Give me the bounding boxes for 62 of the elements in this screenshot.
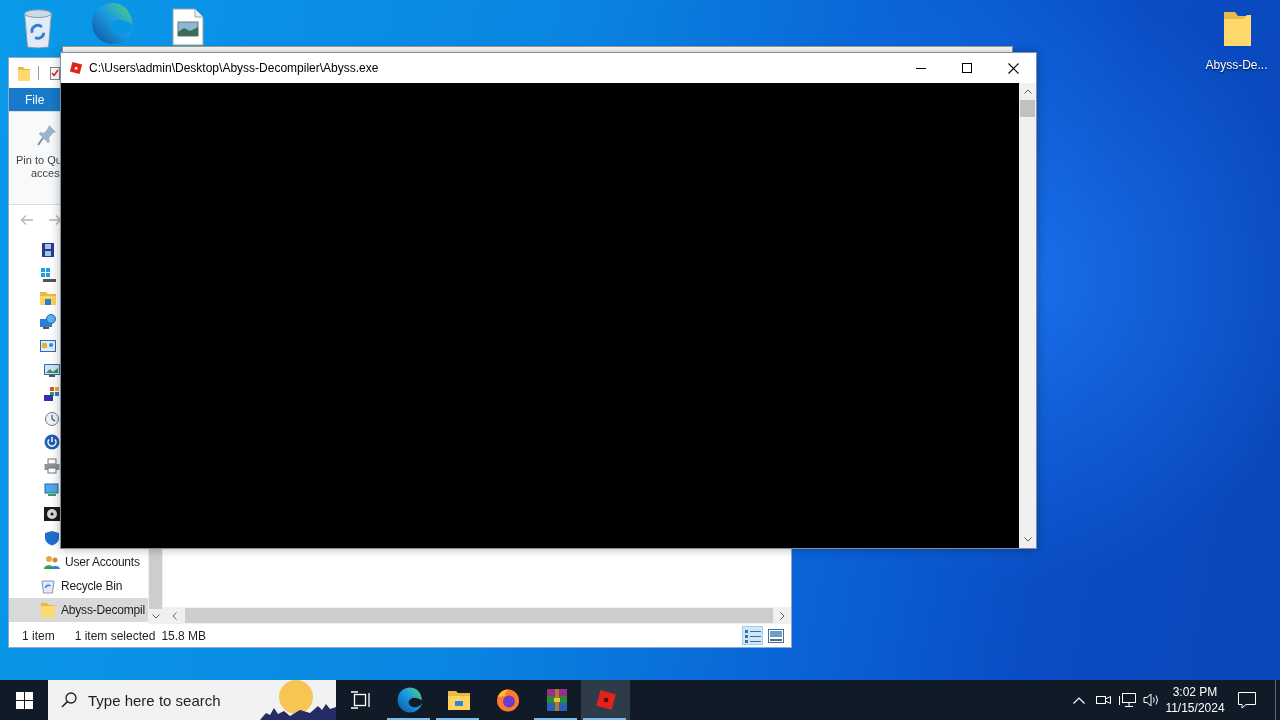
chevron-up-icon[interactable] [1023, 89, 1032, 94]
search-icon [61, 692, 77, 708]
chevron-down-icon[interactable] [151, 614, 160, 619]
pin-icon [37, 124, 57, 146]
folder-icon [446, 689, 471, 711]
users-icon [44, 554, 60, 570]
task-view-icon [350, 691, 371, 709]
scrollbar-thumb[interactable] [149, 549, 162, 609]
window-title: C:\Users\admin\Desktop\Abyss-Decompiler\Abyss.exe [89, 61, 380, 75]
close-icon [1007, 62, 1019, 74]
file-tab[interactable]: File [9, 88, 61, 111]
tiles-icon [40, 266, 56, 282]
speech-bubble-icon [1238, 691, 1256, 709]
large-icons-view-icon [767, 628, 784, 643]
nav-item[interactable]: User Accounts [9, 550, 148, 574]
recycle-bin-icon [40, 578, 56, 594]
chevron-left-icon[interactable] [171, 611, 177, 620]
disc-icon [44, 506, 60, 522]
nav-item[interactable]: Abyss-Decompil [9, 598, 148, 622]
image-file-icon[interactable] [169, 8, 206, 46]
item-count: 1 item [22, 628, 55, 643]
forward-arrow-icon[interactable] [48, 214, 62, 226]
swirl-icon [396, 687, 423, 713]
scrollbar-thumb[interactable] [185, 608, 773, 623]
picture-window-icon [40, 338, 56, 354]
selection-size: 15.8 MB [161, 628, 207, 643]
chevron-right-icon[interactable] [779, 611, 785, 620]
scrollbar-thumb[interactable] [1020, 100, 1035, 117]
desktop-icon-label[interactable]: Abyss-De... [1205, 58, 1268, 72]
flame-globe-icon [495, 688, 520, 712]
taskbar-button[interactable] [581, 680, 630, 720]
monitor-picture-icon [44, 362, 60, 378]
horizontal-scrollbar[interactable] [163, 607, 791, 624]
minimize-icon [916, 67, 926, 69]
chevron-down-icon[interactable] [1023, 537, 1032, 542]
search-input[interactable]: Type here to search [88, 690, 260, 710]
camera-icon [1094, 693, 1112, 707]
folder-icon [40, 290, 56, 306]
windows-logo-icon [15, 691, 33, 709]
monitor-icon [44, 482, 60, 498]
folder-icon [18, 65, 30, 81]
vertical-scrollbar[interactable] [1019, 83, 1036, 548]
monitor-icon [1118, 692, 1136, 708]
nav-item[interactable]: Recycle Bin [9, 574, 148, 598]
color-grid-icon [44, 386, 60, 402]
clock-button[interactable]: 3:02 PM 11/15/2024 [1163, 680, 1227, 720]
search-box[interactable]: Type here to search [48, 680, 336, 720]
chevron-up-icon [1073, 696, 1085, 704]
check-document-icon[interactable] [50, 66, 60, 80]
film-strip-icon [40, 242, 56, 258]
clock-icon [44, 410, 60, 426]
shield-icon [44, 530, 60, 546]
folder-icon [40, 602, 56, 618]
large-icons-view-button[interactable] [765, 626, 786, 645]
speaker-icon [1142, 693, 1160, 707]
selection-count: 1 item selected [74, 628, 156, 643]
vertical-scrollbar[interactable] [148, 549, 163, 624]
books-icon [544, 688, 569, 712]
details-view-icon [744, 628, 761, 643]
maximize-icon [962, 63, 972, 73]
globe-monitor-icon [40, 314, 56, 330]
details-view-button[interactable] [742, 626, 763, 645]
